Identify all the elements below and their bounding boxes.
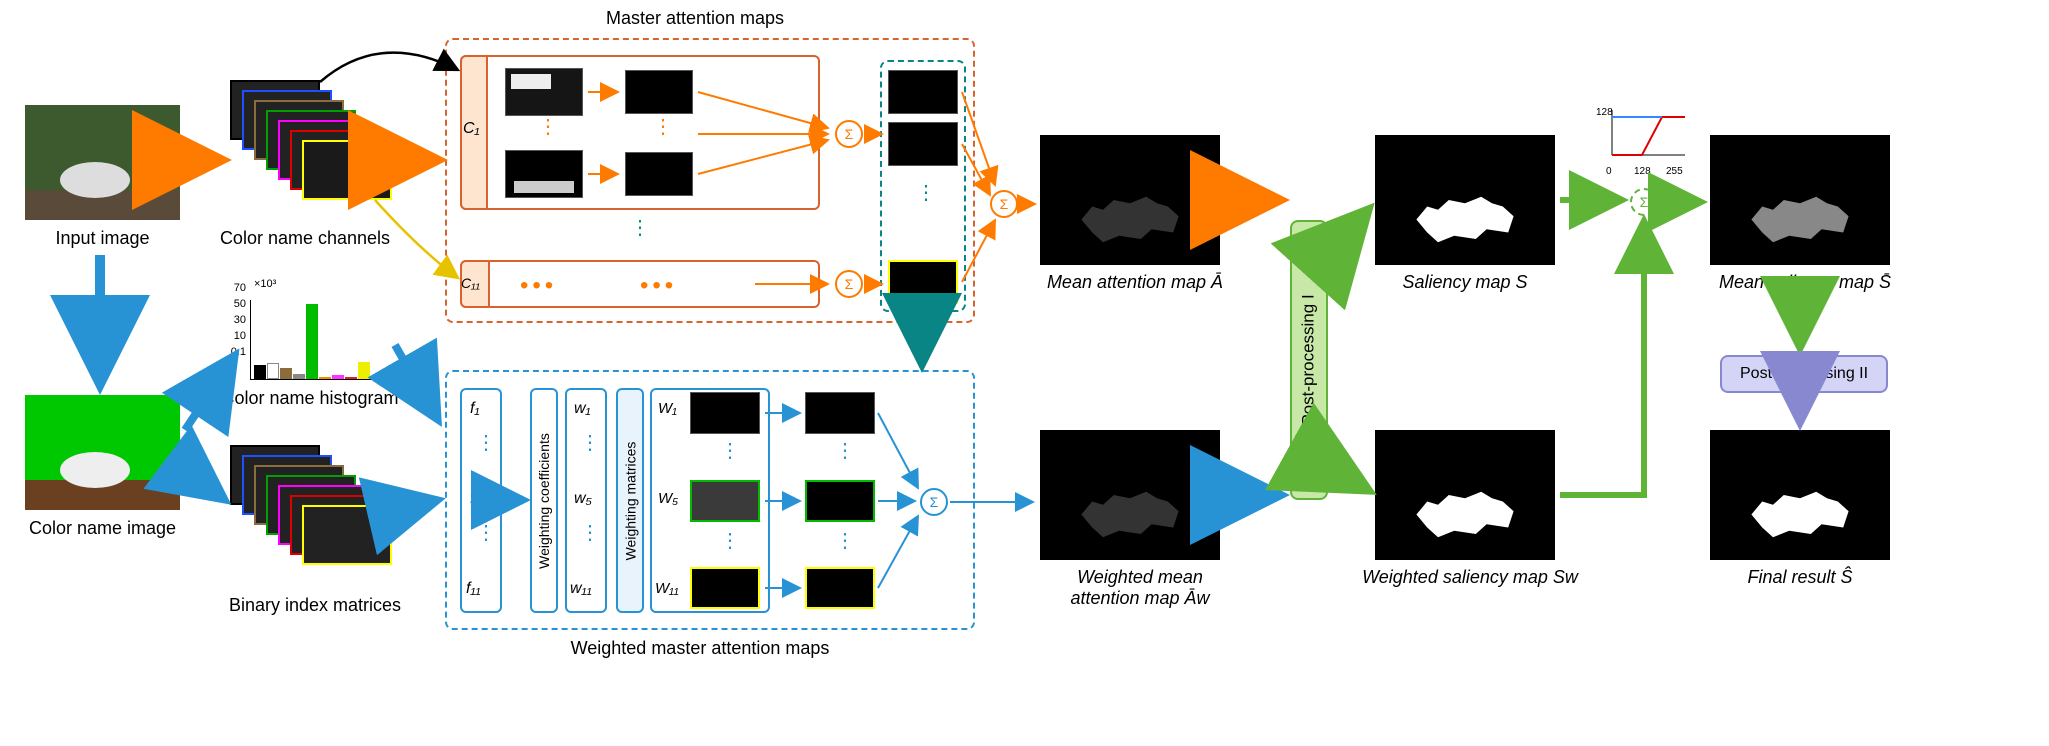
arrows-layer <box>0 0 2049 746</box>
